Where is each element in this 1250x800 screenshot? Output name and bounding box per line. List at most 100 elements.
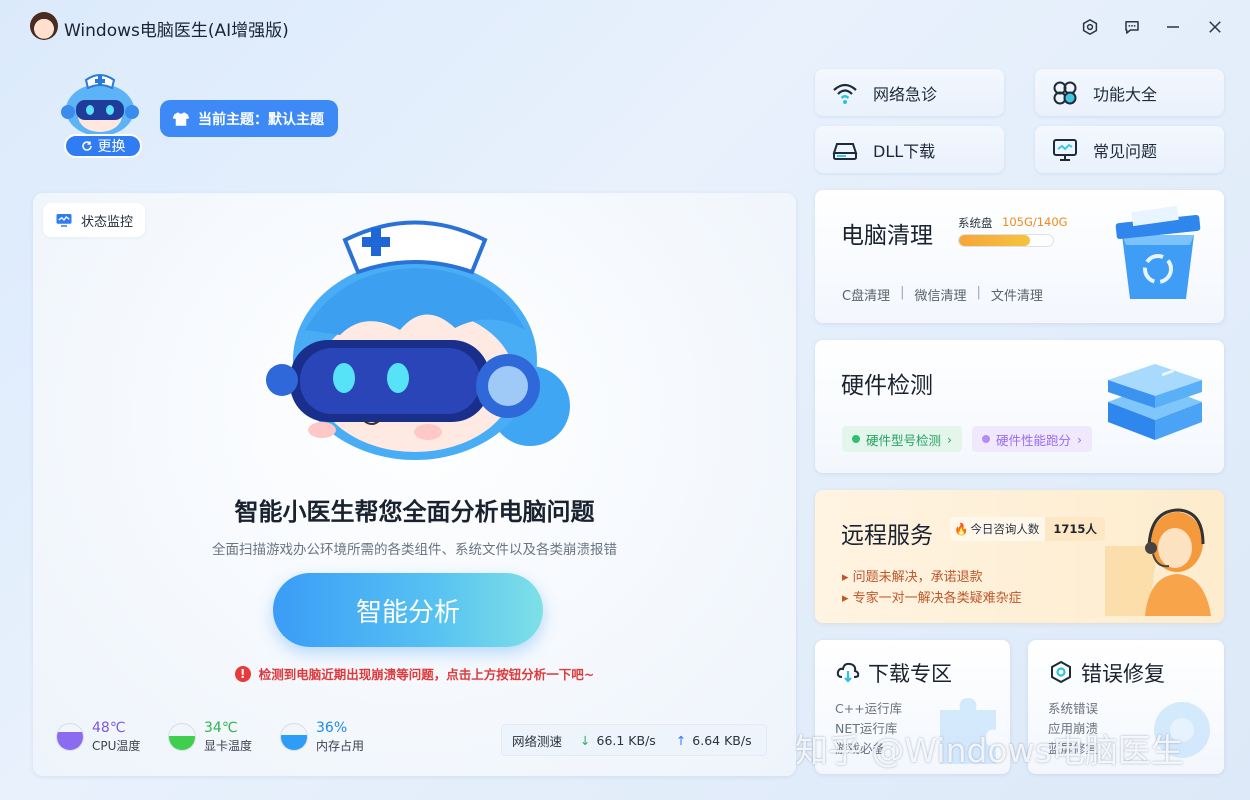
download-item[interactable]: C++运行库 [835, 699, 902, 719]
disk-usage-bar [958, 234, 1054, 247]
repair-item[interactable]: 蓝屏修复 [1048, 739, 1098, 759]
monitor-question-icon [1053, 138, 1077, 161]
customer-service-agent-illustration [1105, 508, 1211, 616]
hard-drive-icon [832, 142, 858, 160]
faq-button[interactable]: 常见问题 [1035, 126, 1224, 173]
network-diagnosis-button[interactable]: 网络急诊 [815, 69, 1004, 116]
download-arrow-icon: ↓ [580, 732, 591, 748]
dll-download-label: DLL下载 [873, 141, 936, 161]
all-features-button[interactable]: 功能大全 [1035, 69, 1224, 116]
download-speed: 66.1 KB/s [596, 732, 656, 748]
consult-count-label: 今日咨询人数 [970, 522, 1040, 536]
hardware-benchmark-label: 硬件性能跑分 [996, 432, 1072, 448]
gauge-label: 显卡温度 [204, 739, 253, 753]
consult-count-badge: 🔥 今日咨询人数 1715人 [950, 517, 1105, 541]
chevron-right-icon: › [1077, 431, 1083, 447]
error-repair-list: 系统错误 应用崩溃 蓝屏修复 [1048, 699, 1098, 759]
refresh-icon [81, 141, 92, 151]
purple-dot-icon [982, 435, 990, 443]
swap-theme-label: 更换 [97, 139, 126, 155]
subline: 全面扫描游戏办公环境所需的各类组件、系统文件以及各类崩溃报错 [212, 542, 617, 558]
app-logo [30, 12, 58, 40]
caret-right-icon: ▸ [842, 570, 853, 585]
gauge-fill [169, 735, 195, 750]
error-repair-title: 错误修复 [1081, 662, 1165, 686]
gauge-value: 34℃ [204, 720, 238, 736]
gauge-value: 48℃ [92, 720, 126, 736]
faq-label: 常见问题 [1093, 141, 1158, 161]
close-icon [1209, 21, 1221, 33]
hardware-model-label: 硬件型号检测 [866, 432, 942, 448]
gauge-ball [56, 723, 84, 751]
system-disk-usage: 105G/140G [1002, 215, 1068, 229]
download-item[interactable]: NET运行库 [835, 719, 902, 739]
gauge-ball [168, 723, 196, 751]
clover-grid-icon [1053, 81, 1077, 104]
upload-arrow-icon: ↑ [675, 732, 687, 748]
file-clean-link[interactable]: 文件清理 [991, 285, 1043, 304]
crash-warning: ! 检测到电脑近期出现崩溃等问题，点击上方按钮分析一下吧~ [33, 664, 796, 683]
wifi-icon [833, 83, 857, 104]
c-drive-clean-link[interactable]: C盘清理 [842, 285, 890, 304]
gauge-fill [57, 732, 83, 750]
hardware-model-tag[interactable]: 硬件型号检测 › [842, 426, 963, 452]
cloud-download-icon [836, 662, 860, 683]
remote-service-title: 远程服务 [841, 523, 933, 549]
hexagon-repair-icon [1051, 660, 1071, 684]
smart-analyze-button[interactable]: 智能分析 [273, 573, 543, 647]
feedback-button[interactable] [1119, 14, 1145, 40]
gpu-temp-gauge: 34℃ 显卡温度 [168, 720, 252, 754]
server-hardware-icon [1108, 364, 1202, 440]
all-features-label: 功能大全 [1093, 84, 1158, 104]
hardware-benchmark-tag[interactable]: 硬件性能跑分 › [972, 426, 1093, 452]
headline: 智能小医生帮您全面分析电脑问题 [234, 498, 595, 526]
repair-item[interactable]: 应用崩溃 [1048, 719, 1098, 739]
puzzle-piece-icon [940, 698, 996, 764]
network-speed-box[interactable]: 网络测速 ↓ 66.1 KB/s ↑ 6.64 KB/s [501, 724, 767, 756]
memory-usage-gauge: 36% 内存占用 [280, 720, 364, 754]
alert-icon: ! [234, 665, 251, 682]
app-title: Windows电脑医生(AI增强版) [64, 21, 289, 41]
download-zone-title: 下载专区 [868, 662, 952, 686]
download-zone-list: C++运行库 NET运行库 游戏必备 [835, 699, 902, 759]
status-monitor-button[interactable]: 状态监控 [43, 203, 146, 237]
status-monitor-label: 状态监控 [81, 214, 134, 230]
gauge-value: 36% [316, 720, 348, 736]
repair-item[interactable]: 系统错误 [1048, 699, 1098, 719]
gauge-label: CPU温度 [92, 739, 141, 753]
disk-usage-fill [959, 235, 1030, 246]
remote-bullet-2: ▸ 专家一对一解决各类疑难杂症 [842, 587, 1022, 606]
minimize-icon [1167, 26, 1179, 28]
wechat-clean-link[interactable]: 微信清理 [914, 285, 966, 304]
chat-icon [1125, 21, 1139, 34]
pc-cleanup-title: 电脑清理 [841, 223, 933, 249]
green-dot-icon [852, 435, 860, 443]
divider: | [976, 285, 981, 300]
crash-warning-text: 检测到电脑近期出现崩溃等问题，点击上方按钮分析一下吧~ [258, 667, 595, 682]
swap-theme-button[interactable]: 更换 [64, 134, 142, 158]
remote-bullet-1: ▸ 问题未解决，承诺退款 [842, 566, 983, 585]
dll-download-button[interactable]: DLL下载 [815, 126, 1004, 173]
close-button[interactable] [1202, 14, 1228, 40]
mini-mascot-avatar[interactable] [58, 66, 142, 138]
fire-icon: 🔥 [954, 522, 969, 536]
minimize-button[interactable] [1160, 14, 1186, 40]
gauge-ball [280, 723, 308, 751]
current-theme-pill[interactable]: 当前主题：默认主题 [160, 100, 338, 137]
recycle-bin-icon [1115, 205, 1201, 299]
gauge-label: 内存占用 [316, 739, 365, 753]
remote-bullet-2-text: 专家一对一解决各类疑难杂症 [852, 591, 1022, 606]
hardware-check-title: 硬件检测 [841, 373, 933, 399]
settings-icon [1082, 19, 1098, 35]
caret-right-icon: ▸ [842, 591, 853, 606]
network-diagnosis-label: 网络急诊 [873, 84, 938, 104]
monitor-icon [56, 214, 72, 227]
download-item[interactable]: 游戏必备 [835, 739, 902, 759]
settings-button[interactable] [1077, 14, 1103, 40]
gear-icon [1154, 702, 1210, 758]
doctor-mascot-illustration [266, 220, 570, 460]
remote-bullet-1-text: 问题未解决，承诺退款 [852, 570, 983, 585]
consult-count-value: 1715人 [1045, 517, 1105, 541]
divider: | [900, 285, 905, 300]
chevron-right-icon: › [947, 431, 953, 447]
